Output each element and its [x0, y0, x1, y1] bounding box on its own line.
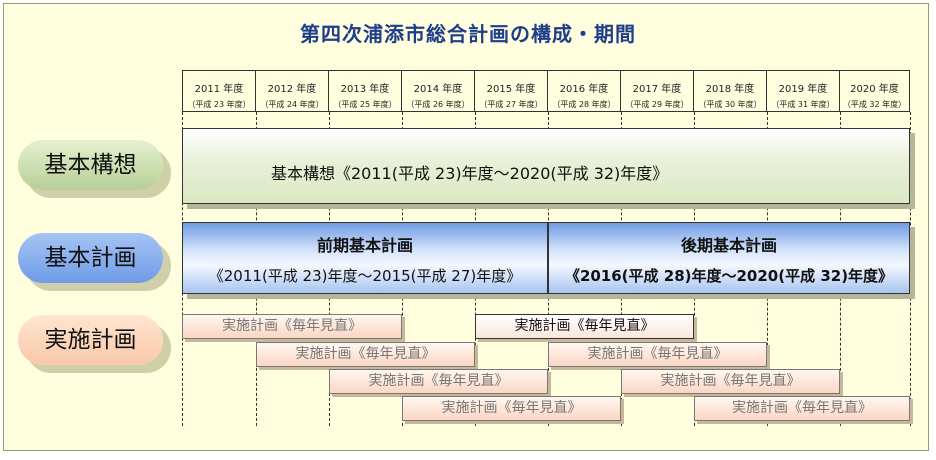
heisei-label: （平成 27 年度）	[479, 100, 543, 109]
heisei-label: （平成 23 年度）	[187, 100, 251, 109]
year-header-2020: 2020 年度 （平成 32 年度）	[840, 70, 910, 112]
year-header-2012: 2012 年度 （平成 24 年度）	[256, 70, 329, 112]
jisshi-plan-box-2016: 実施計画《毎年見直》	[548, 342, 767, 367]
year-header-2017: 2017 年度 （平成 29 年度）	[621, 70, 694, 112]
jisshi-plan-box-2017: 実施計画《毎年見直》	[621, 369, 840, 394]
year-header-2011: 2011 年度 （平成 23 年度）	[182, 70, 256, 112]
kihonkoso-bar: 基本構想《2011(平成 23)年度～2020(平成 32)年度》	[182, 128, 910, 204]
kihonkeikaku-label: 基本計画	[18, 233, 163, 283]
heisei-label: （平成 30 年度）	[698, 100, 762, 109]
heisei-label: （平成 25 年度）	[333, 100, 397, 109]
koki-plan-period: 《2016(平成 28)年度～2020(平成 32)年度》	[564, 267, 894, 285]
heisei-label: （平成 24 年度）	[260, 100, 324, 109]
year-label: 2013 年度	[340, 84, 390, 95]
year-label: 2019 年度	[778, 84, 828, 95]
zenki-plan-title: 前期基本計画	[316, 236, 413, 255]
year-header-2016: 2016 年度 （平成 28 年度）	[548, 70, 621, 112]
heisei-label: （平成 29 年度）	[625, 100, 689, 109]
heisei-label: （平成 31 年度）	[771, 100, 835, 109]
jisshi-label: 実施計画	[18, 315, 163, 365]
zenki-plan-period: 《2011(平成 23)年度～2015(平成 27)年度》	[208, 267, 522, 285]
year-label: 2012 年度	[267, 84, 317, 95]
column-guide	[910, 112, 911, 426]
jisshi-plan-box-2013: 実施計画《毎年見直》	[329, 369, 548, 394]
year-label: 2018 年度	[705, 84, 755, 95]
zenki-plan-bar: 前期基本計画 《2011(平成 23)年度～2015(平成 27)年度》	[182, 222, 548, 294]
year-label: 2014 年度	[413, 84, 463, 95]
koki-plan-bar: 後期基本計画 《2016(平成 28)年度～2020(平成 32)年度》	[548, 222, 910, 294]
kihonkoso-label: 基本構想	[18, 140, 163, 190]
heisei-label: （平成 26 年度）	[406, 100, 470, 109]
year-label: 2016 年度	[559, 84, 609, 95]
kihonkoso-bar-text: 基本構想《2011(平成 23)年度～2020(平成 32)年度》	[271, 164, 669, 183]
jisshi-plan-box-2018: 実施計画《毎年見直》	[694, 396, 910, 421]
year-label: 2015 年度	[486, 84, 536, 95]
year-header-2013: 2013 年度 （平成 25 年度）	[329, 70, 402, 112]
year-header-2015: 2015 年度 （平成 27 年度）	[475, 70, 548, 112]
year-header-2014: 2014 年度 （平成 26 年度）	[402, 70, 475, 112]
jisshi-plan-box-2011: 実施計画《毎年見直》	[182, 314, 402, 339]
year-header-2019: 2019 年度 （平成 31 年度）	[767, 70, 840, 112]
jisshi-plan-box-2012: 実施計画《毎年見直》	[256, 342, 475, 367]
year-label: 2017 年度	[632, 84, 682, 95]
diagram-title: 第四次浦添市総合計画の構成・期間	[300, 22, 636, 46]
heisei-label: （平成 32 年度）	[842, 100, 907, 109]
jisshi-plan-box-2015: 実施計画《毎年見直》	[475, 314, 694, 339]
jisshi-plan-box-2014: 実施計画《毎年見直》	[402, 396, 621, 421]
year-label: 2020 年度	[850, 84, 899, 95]
koki-plan-title: 後期基本計画	[680, 236, 777, 255]
year-header-2018: 2018 年度 （平成 30 年度）	[694, 70, 767, 112]
heisei-label: （平成 28 年度）	[552, 100, 616, 109]
year-label: 2011 年度	[194, 84, 244, 95]
